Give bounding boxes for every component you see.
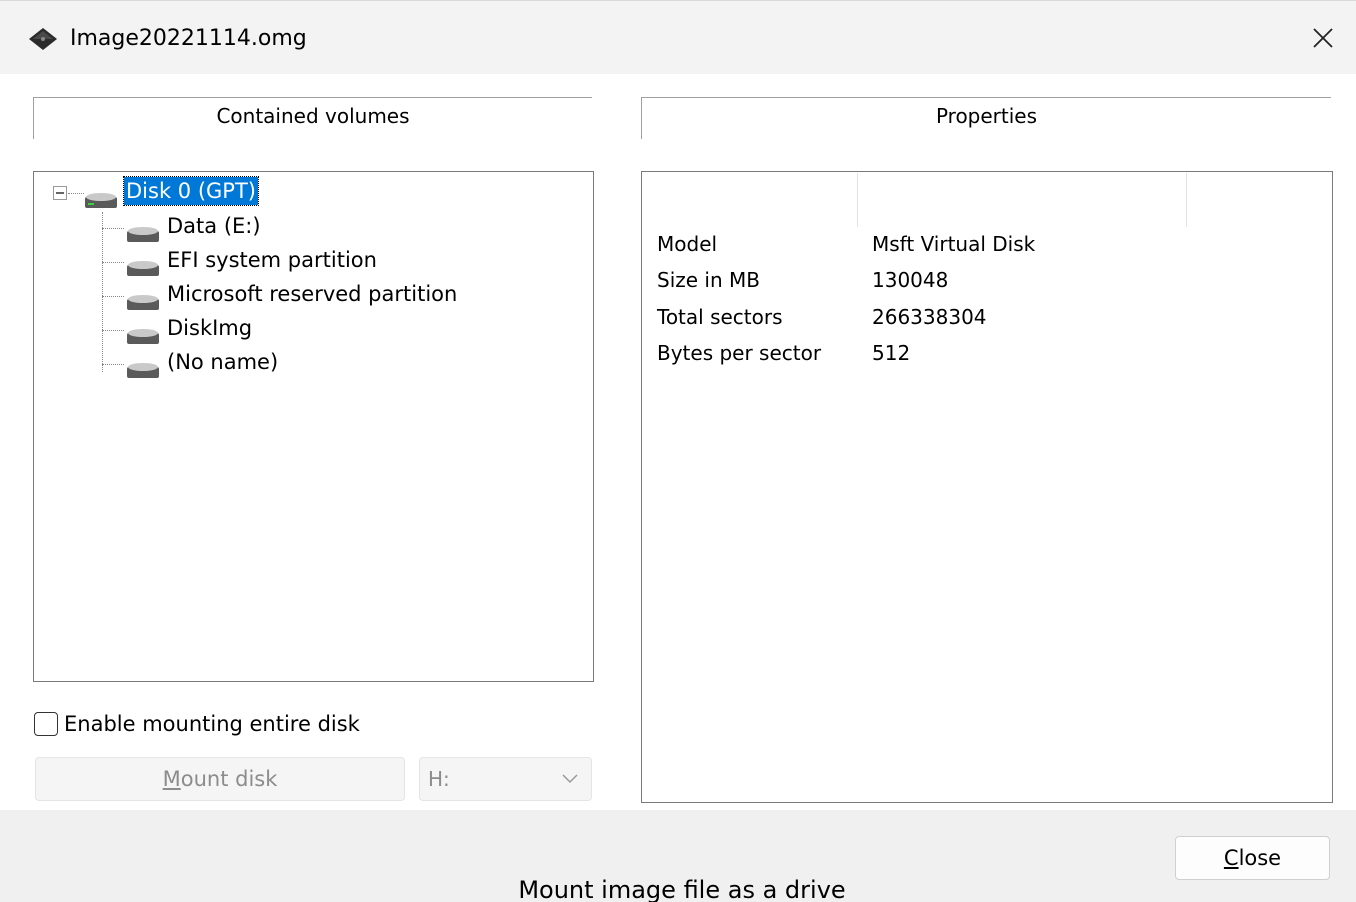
tree-connector bbox=[68, 193, 84, 194]
title-bar: Image20221114.omg bbox=[0, 0, 1356, 74]
disk-drive-icon bbox=[127, 295, 159, 310]
close-label-rest: lose bbox=[1238, 846, 1282, 870]
mount-disk-label-rest: ount disk bbox=[180, 767, 278, 791]
tree-item-msr[interactable]: Microsoft reserved partition bbox=[165, 280, 459, 308]
tree-item-disk0[interactable]: Disk 0 (GPT) bbox=[123, 176, 259, 206]
volumes-tree-view[interactable]: Disk 0 (GPT) Data (E:) EFI system partit… bbox=[33, 171, 594, 682]
drive-letter-value: H: bbox=[428, 767, 450, 791]
property-name: Total sectors bbox=[657, 305, 783, 329]
tree-item-efi[interactable]: EFI system partition bbox=[165, 246, 379, 274]
close-button[interactable]: Close bbox=[1175, 836, 1330, 880]
disk-drive-icon bbox=[127, 261, 159, 276]
mount-disk-label: Mount disk bbox=[163, 767, 278, 791]
disk-drive-icon bbox=[127, 329, 159, 344]
tree-connector bbox=[102, 364, 124, 365]
contained-volumes-header: Contained volumes bbox=[33, 97, 592, 139]
collapse-toggle-icon[interactable] bbox=[53, 186, 67, 200]
dialog-footer: Close Mount image file as a drive bbox=[0, 810, 1356, 902]
close-icon bbox=[1313, 28, 1333, 48]
property-value: 266338304 bbox=[872, 305, 987, 329]
column-separator bbox=[1186, 173, 1187, 227]
enable-mount-entire-disk-label: Enable mounting entire disk bbox=[64, 712, 360, 736]
mount-disk-accel: M bbox=[162, 767, 181, 791]
property-name: Model bbox=[657, 232, 718, 256]
properties-list-view[interactable]: Model Msft Virtual Disk Size in MB 13004… bbox=[641, 171, 1333, 803]
property-name: Size in MB bbox=[657, 268, 760, 292]
tree-item-no-name[interactable]: (No name) bbox=[165, 348, 280, 376]
enable-mount-entire-disk-checkbox[interactable] bbox=[34, 712, 58, 736]
property-value: 512 bbox=[872, 341, 911, 365]
property-name: Bytes per sector bbox=[657, 341, 822, 365]
chevron-down-icon bbox=[562, 774, 578, 784]
disk-drive-icon bbox=[127, 227, 159, 242]
page-caption: Mount image file as a drive bbox=[518, 876, 846, 902]
window-title: Image20221114.omg bbox=[70, 26, 307, 51]
tree-connector bbox=[102, 296, 124, 297]
enable-mount-entire-disk-option[interactable]: Enable mounting entire disk bbox=[34, 710, 360, 738]
tree-connector bbox=[102, 262, 124, 263]
mount-disk-button[interactable]: Mount disk bbox=[35, 757, 405, 801]
disk-image-diamond-icon bbox=[29, 28, 57, 50]
tree-connector bbox=[102, 330, 124, 331]
tree-item-data-e[interactable]: Data (E:) bbox=[165, 212, 263, 240]
close-button-label: Close bbox=[1224, 846, 1281, 870]
disk-drive-icon bbox=[127, 363, 159, 378]
property-value: Msft Virtual Disk bbox=[872, 232, 1036, 256]
tree-root: Disk 0 (GPT) Data (E:) EFI system partit… bbox=[34, 172, 593, 681]
drive-letter-select[interactable]: H: bbox=[419, 757, 592, 801]
tree-item-diskimg[interactable]: DiskImg bbox=[165, 314, 254, 342]
tree-connector bbox=[102, 228, 124, 229]
tree-connector bbox=[102, 212, 103, 372]
column-separator bbox=[857, 173, 858, 227]
window-close-button[interactable] bbox=[1290, 1, 1356, 75]
properties-header: Properties bbox=[641, 97, 1331, 139]
property-value: 130048 bbox=[872, 268, 949, 292]
close-accel: C bbox=[1223, 846, 1239, 870]
dialog-content: Contained volumes Properties Disk 0 (GPT… bbox=[0, 74, 1356, 810]
disk-drive-icon bbox=[85, 193, 117, 208]
